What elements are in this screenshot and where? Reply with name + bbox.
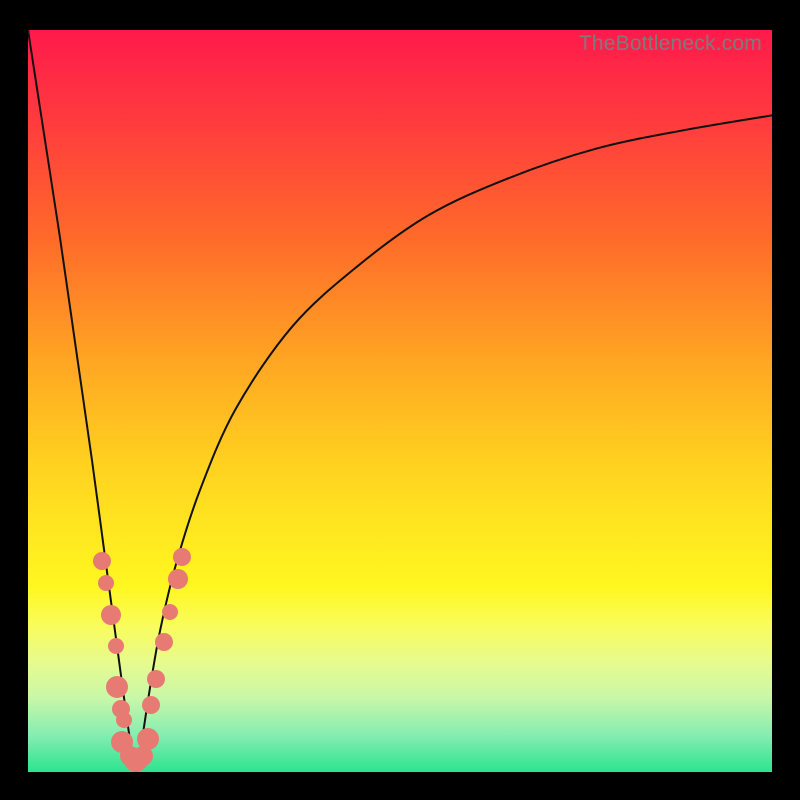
data-point bbox=[101, 605, 121, 625]
data-point bbox=[147, 670, 165, 688]
data-point bbox=[155, 633, 173, 651]
data-point bbox=[108, 638, 124, 654]
data-point bbox=[98, 575, 114, 591]
data-point bbox=[173, 548, 191, 566]
data-point bbox=[137, 728, 159, 750]
plot-area: TheBottleneck.com bbox=[28, 30, 772, 772]
curve-path bbox=[28, 30, 772, 772]
data-point bbox=[106, 676, 128, 698]
data-point bbox=[93, 552, 111, 570]
chart-frame: TheBottleneck.com bbox=[0, 0, 800, 800]
data-point bbox=[168, 569, 188, 589]
data-point bbox=[116, 712, 132, 728]
data-point bbox=[142, 696, 160, 714]
data-point bbox=[162, 604, 178, 620]
bottleneck-curve bbox=[28, 30, 772, 772]
